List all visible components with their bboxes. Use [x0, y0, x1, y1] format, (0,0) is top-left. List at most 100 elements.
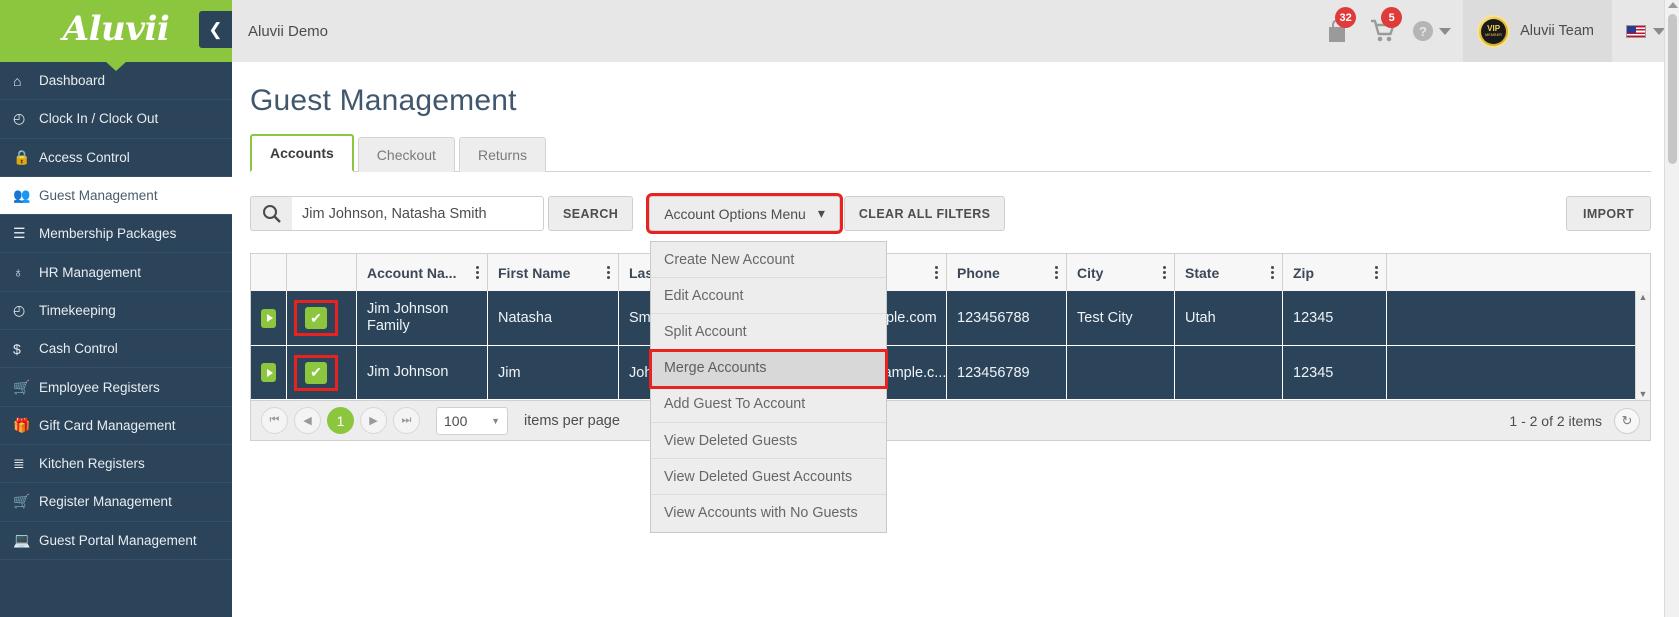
- scroll-up-icon[interactable]: ▲: [1639, 291, 1648, 303]
- logo-area: Aluvii: [0, 0, 232, 71]
- sidebar-item-membership-packages[interactable]: ☰ Membership Packages: [0, 215, 232, 254]
- column-header-zip[interactable]: Zip: [1283, 254, 1387, 291]
- column-header-account-na[interactable]: Account Na...: [357, 254, 488, 291]
- sidebar-item-label: Gift Card Management: [39, 417, 176, 433]
- sidebar-item-hr-management[interactable]: ♁ HR Management: [0, 253, 232, 292]
- prev-page-button[interactable]: ◀: [294, 407, 321, 434]
- column-menu-icon[interactable]: [1055, 264, 1058, 281]
- us-flag-icon: [1626, 24, 1646, 38]
- column-header-phone[interactable]: Phone: [947, 254, 1067, 291]
- menu-item-split-account[interactable]: Split Account: [651, 314, 886, 351]
- column-menu-icon[interactable]: [607, 264, 610, 281]
- menu-item-create-new-account[interactable]: Create New Account: [651, 242, 886, 279]
- next-page-button[interactable]: ▶: [360, 407, 387, 434]
- column-menu-icon[interactable]: [1271, 264, 1274, 281]
- page-content: Guest Management Accounts Checkout Returns…: [232, 62, 1679, 533]
- tab-returns[interactable]: Returns: [458, 137, 546, 172]
- lock-icon: 🔒: [13, 148, 31, 165]
- scroll-up-icon[interactable]: [1668, 2, 1678, 8]
- toolbar: SEARCH Account Options Menu ▾ CLEAR ALL …: [250, 193, 1651, 533]
- clear-all-filters-button[interactable]: CLEAR ALL FILTERS: [843, 196, 1006, 231]
- cell-text: 123456788: [957, 310, 1030, 326]
- sidebar-item-guest-portal-management[interactable]: 💻 Guest Portal Management: [0, 522, 232, 560]
- account-options-menu-button[interactable]: Account Options Menu ▾: [646, 193, 843, 234]
- logo-notch: [105, 61, 127, 71]
- cell-text: 12345: [1293, 310, 1334, 326]
- page-vertical-scrollbar[interactable]: [1664, 0, 1679, 617]
- row-checkbox[interactable]: ✔: [305, 307, 327, 329]
- first-page-button[interactable]: ⏮: [261, 407, 288, 434]
- column-header-label: Phone: [957, 264, 1000, 281]
- sidebar-item-timekeeping[interactable]: ◴ Timekeeping: [0, 292, 232, 331]
- sidebar-item-access-control[interactable]: 🔒 Access Control: [0, 139, 232, 177]
- cell-state: [1175, 346, 1283, 399]
- pager-right: 1 - 2 of 2 items ↻: [1509, 407, 1640, 434]
- page-size-select[interactable]: 100 ▼: [436, 406, 508, 435]
- grid-header-row: Account Na...First NameLast NameEmailPho…: [251, 254, 1650, 291]
- account-options-dropdown: Create New Account Edit Account Split Acco…: [649, 241, 888, 533]
- sidebar-item-guest-management[interactable]: 👥 Guest Management: [0, 176, 232, 216]
- table-row[interactable]: ✔Jim JohnsonJimJohnsonjimjohnson123@exam…: [251, 346, 1650, 400]
- column-menu-icon[interactable]: [1163, 264, 1166, 281]
- sidebar-item-gift-card-management[interactable]: 🎁 Gift Card Management: [0, 407, 232, 445]
- clock-icon: ◴: [13, 110, 26, 127]
- search-button[interactable]: SEARCH: [548, 196, 634, 231]
- column-header-label: City: [1077, 264, 1104, 281]
- help-menu-button[interactable]: ?: [1406, 0, 1463, 62]
- topbar: Aluvii Demo 32 5 ? VIP MEMBER Aluvii Tea…: [232, 0, 1679, 62]
- column-header-label: Account Na...: [367, 264, 457, 281]
- column-header-blank[interactable]: [251, 254, 287, 291]
- sidebar-collapse-button[interactable]: ❮: [199, 11, 232, 48]
- import-button[interactable]: IMPORT: [1565, 196, 1651, 231]
- menu-item-view-deleted-guest-accounts[interactable]: View Deleted Guest Accounts: [651, 459, 886, 496]
- sidebar-item-cash-control[interactable]: $ Cash Control: [0, 330, 232, 369]
- column-header-city[interactable]: City: [1067, 254, 1175, 291]
- cell-text: 123456789: [957, 364, 1030, 381]
- cell-phone: 123456789: [947, 346, 1067, 399]
- clock-icon: ◴: [13, 301, 26, 318]
- sidebar-item-register-management[interactable]: 🛒 Register Management: [0, 483, 232, 522]
- tab-checkout[interactable]: Checkout: [357, 137, 455, 172]
- main-area: Aluvii Demo 32 5 ? VIP MEMBER Aluvii Tea…: [232, 0, 1679, 617]
- menu-item-view-accounts-with-no-guests[interactable]: View Accounts with No Guests: [651, 495, 886, 531]
- last-page-button[interactable]: ⏭: [393, 407, 420, 434]
- sidebar-item-employee-registers[interactable]: 🛒 Employee Registers: [0, 368, 232, 407]
- column-header-blank[interactable]: [287, 254, 357, 291]
- sidebar-item-kitchen-registers[interactable]: ≣ Kitchen Registers: [0, 445, 232, 484]
- scrollbar-thumb[interactable]: [1668, 14, 1677, 164]
- column-header-state[interactable]: State: [1175, 254, 1283, 291]
- column-menu-icon[interactable]: [476, 264, 479, 281]
- search-input[interactable]: [292, 196, 544, 231]
- scroll-down-icon[interactable]: ▼: [1639, 388, 1648, 400]
- sidebar-item-label: Kitchen Registers: [39, 456, 145, 472]
- column-menu-icon[interactable]: [1375, 264, 1378, 281]
- row-checkbox[interactable]: ✔: [305, 361, 327, 384]
- page-size-value: 100: [444, 412, 468, 429]
- grid-vertical-scrollbar[interactable]: ▲ ▼: [1635, 291, 1650, 400]
- list-icon: ≣: [13, 455, 25, 472]
- column-header-first-name[interactable]: First Name: [488, 254, 619, 291]
- account-options-label: Account Options Menu: [664, 205, 806, 222]
- sidebar-item-clock-in-clock-out[interactable]: ◴ Clock In / Clock Out: [0, 100, 232, 139]
- user-menu-button[interactable]: VIP MEMBER Aluvii Team: [1463, 0, 1612, 62]
- play-icon[interactable]: [261, 308, 276, 328]
- column-header-label: State: [1185, 264, 1220, 281]
- refresh-button[interactable]: ↻: [1614, 407, 1640, 434]
- tab-accounts[interactable]: Accounts: [250, 134, 354, 172]
- page-number-button[interactable]: 1: [327, 407, 354, 434]
- menu-item-merge-accounts[interactable]: Merge Accounts: [649, 348, 888, 389]
- chevron-down-icon: ▼: [491, 415, 500, 426]
- column-menu-icon[interactable]: [935, 264, 938, 281]
- cell-text: Utah: [1185, 310, 1216, 326]
- search-button-icon[interactable]: [250, 196, 292, 231]
- cards-icon: ☰: [13, 225, 26, 242]
- menu-item-edit-account[interactable]: Edit Account: [651, 278, 886, 315]
- topbar-actions: 32 5 ? VIP MEMBER Aluvii Team: [1314, 0, 1679, 62]
- table-row[interactable]: ✔Jim Johnson FamilyNatashaSmithnatasha12…: [251, 291, 1650, 346]
- menu-item-view-deleted-guests[interactable]: View Deleted Guests: [651, 423, 886, 460]
- cart-button[interactable]: 5: [1360, 0, 1406, 62]
- play-icon[interactable]: [261, 363, 276, 382]
- bag-button[interactable]: 32: [1314, 0, 1360, 62]
- menu-item-add-guest-to-account[interactable]: Add Guest To Account: [651, 387, 886, 423]
- row-checkbox-highlight: ✔: [294, 354, 338, 391]
